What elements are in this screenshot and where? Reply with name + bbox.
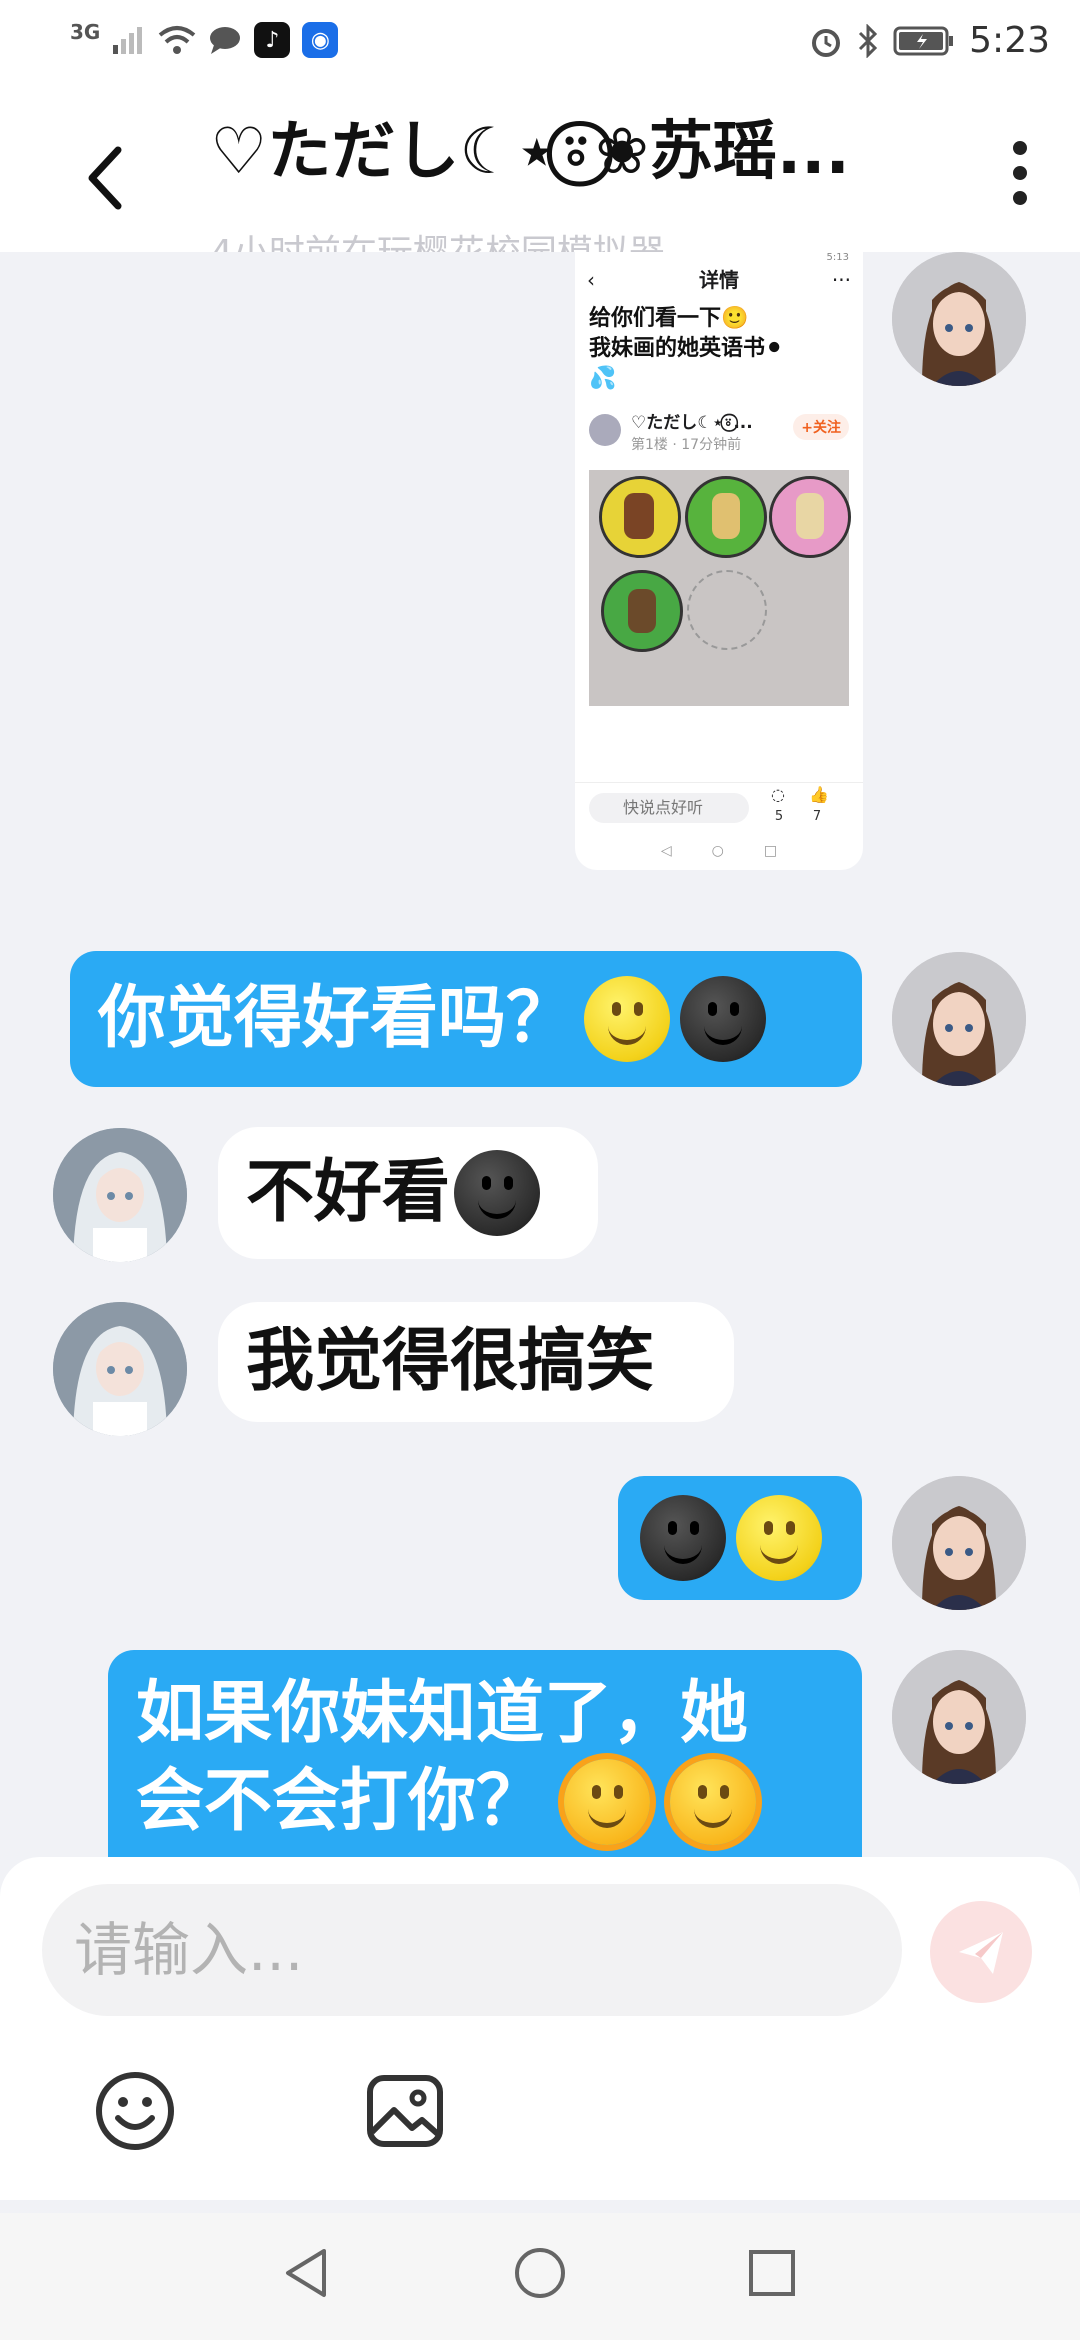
screenshot-follow-badge: +关注 [793,414,849,440]
wifi-icon [159,26,196,54]
screenshot-nav-bar: ◁ ○ □ [575,832,863,870]
message-bubble-sent[interactable]: 你觉得好看吗？ [70,951,862,1087]
send-icon [959,1932,1003,1974]
message-text-line: 会不会打你？ [136,1762,545,1841]
screenshot-like-icon: 👍 [809,785,829,804]
tiktok-icon: ♪ [254,22,291,58]
screenshot-comment-count: 5 [774,809,784,824]
screenshot-comment-bar: 快说点好听 ◌ 5 👍 7 [575,782,863,833]
emoji-picker-button[interactable] [94,2070,176,2152]
screenshot-nav-home-icon: ○ [711,843,724,859]
avatar-girl-portrait [892,1476,1026,1610]
alarm-icon [812,28,841,57]
chat-subtitle: 4小时前在玩樱花校园模拟器 [210,224,910,252]
screenshot-author-meta: 第1楼 · 17分钟前 [631,437,742,453]
image-picker-button[interactable] [364,2070,446,2152]
message-bubble-sent[interactable] [618,1476,862,1600]
screenshot-like-count: 7 [812,809,822,824]
message-text: 你觉得好看吗？ [98,979,575,1058]
avatar-girl-portrait [892,952,1026,1086]
my-avatar[interactable] [892,252,1026,386]
chat-header: ♡ただし☾⋆⍤⃝❀苏瑶... 4小时前在玩樱花校园模拟器 [0,92,1080,252]
message-input[interactable]: 请输入... [42,1884,902,2016]
composer-panel: 请输入... [0,1857,1080,2200]
my-avatar[interactable] [892,952,1026,1086]
message-text: 我觉得很搞笑 [246,1322,655,1401]
sun-smile-emoji [670,1759,757,1845]
screenshot-more-icon: ··· [831,268,851,292]
smile-dark-emoji [640,1495,726,1581]
smile-dark-emoji [680,976,767,1062]
smile-yellow-emoji [584,976,671,1062]
contact-avatar[interactable] [53,1302,187,1436]
smile-yellow-emoji [736,1495,822,1581]
screenshot-nav-recent-icon: □ [763,843,778,859]
system-nav-bar [0,2213,1080,2340]
back-button[interactable] [78,138,138,218]
message-bubble-sent[interactable]: 如果你妹知道了，她 会不会打你？ [108,1650,862,1857]
screenshot-author-name: ♡ただし☾⋆⍤⃝... [631,413,753,433]
my-avatar[interactable] [892,1650,1026,1784]
nav-back-icon[interactable] [278,2243,338,2303]
battery-icon [893,26,954,55]
message-text: 不好看 [246,1153,451,1232]
bulb-app-icon: ◉ [302,22,339,58]
contact-avatar[interactable] [53,1128,187,1262]
screenshot-drawing-photo [589,470,851,706]
screenshot-status-time: 5:13 [826,252,849,263]
shared-screenshot-image[interactable]: 5:13 ‹ 详情 ··· 给你们看一下🙂 我妹画的她英语书⚫ 💦 ♡ただし☾⋆… [575,252,863,870]
avatar-girl-portrait [892,252,1026,386]
screenshot-back-icon: ‹ [587,268,595,292]
nav-recents-icon[interactable] [742,2243,802,2303]
send-button[interactable] [930,1901,1032,2003]
status-bar: 3G ♪ ◉ 5:23 [0,0,1080,92]
screenshot-comment-icon: ◌ [771,785,785,804]
network-type: 3G [70,20,101,44]
screenshot-comment-input: 快说点好听 [589,793,749,823]
sun-smile-emoji [564,1759,651,1845]
chat-title: ♡ただし☾⋆⍤⃝❀苏瑶... [210,115,850,189]
more-menu-button[interactable] [1000,138,1040,208]
my-avatar[interactable] [892,1476,1026,1610]
nav-home-icon[interactable] [510,2243,570,2303]
smile-dark-emoji [454,1150,541,1236]
screenshot-nav-back-icon: ◁ [660,843,672,859]
screenshot-page-title: 详情 [699,268,739,292]
message-text-line: 如果你妹知道了，她 [136,1674,749,1753]
clock: 5:23 [969,20,1050,61]
avatar-silver-hair-girl [53,1128,187,1262]
message-bubble-received[interactable]: 我觉得很搞笑 [218,1302,734,1422]
screenshot-author-row: ♡ただし☾⋆⍤⃝... 第1楼 · 17分钟前 +关注 [589,408,849,460]
bluetooth-icon [859,23,878,58]
screenshot-post-text: 给你们看一下🙂 我妹画的她英语书⚫ 💦 [589,306,784,391]
signal-icon [113,27,143,54]
chat-messages[interactable]: 5:13 ‹ 详情 ··· 给你们看一下🙂 我妹画的她英语书⚫ 💦 ♡ただし☾⋆… [0,252,1080,1857]
message-icon [210,27,241,54]
screenshot-author-avatar [589,414,621,446]
avatar-silver-hair-girl [53,1302,187,1436]
message-bubble-received[interactable]: 不好看 [218,1127,598,1259]
avatar-girl-portrait [892,1650,1026,1784]
